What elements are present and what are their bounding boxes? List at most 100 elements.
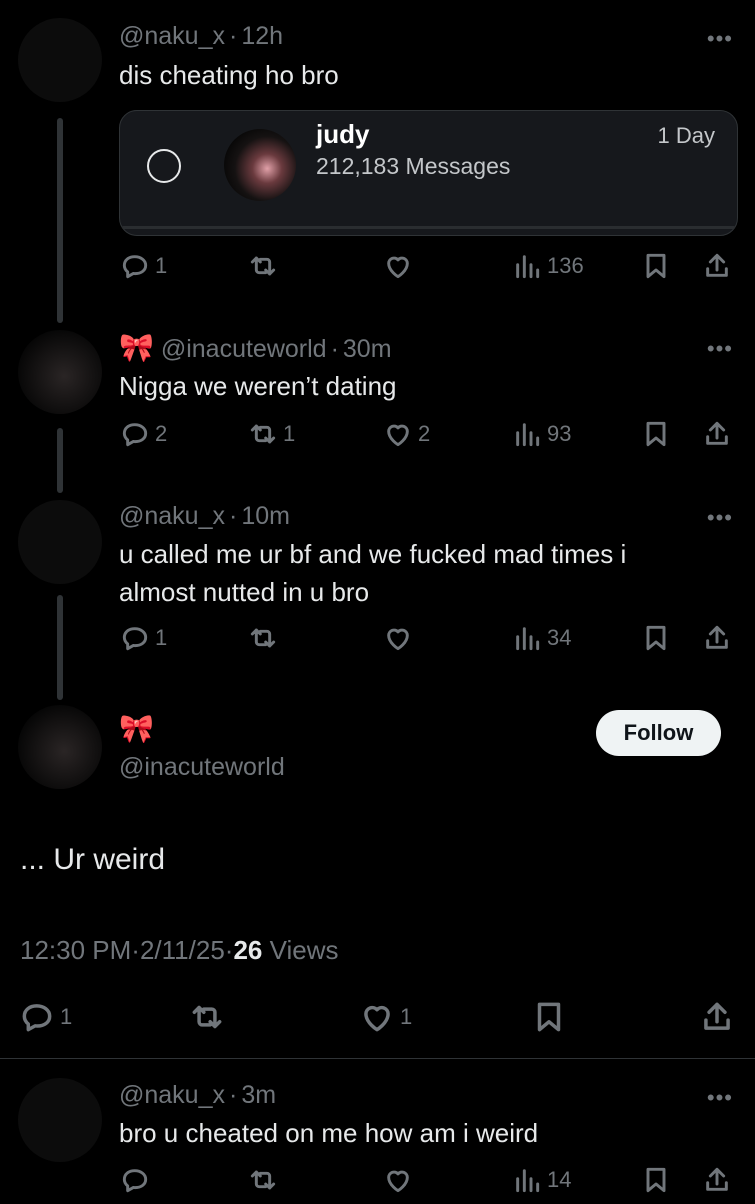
handle[interactable]: @inacuteworld — [161, 335, 327, 363]
poll-card[interactable]: judy 212,183 Messages 1 Day — [119, 110, 738, 236]
views-button[interactable]: 93 — [511, 418, 571, 450]
repost-button[interactable] — [188, 998, 226, 1036]
repost-icon — [250, 256, 276, 276]
action-bar: 1 136 — [119, 250, 739, 290]
views-icon — [516, 1169, 540, 1193]
views-icon — [516, 255, 540, 279]
views-button[interactable]: 136 — [511, 250, 584, 282]
repost-icon — [250, 424, 276, 444]
reply-icon — [122, 255, 148, 279]
share-button[interactable] — [701, 418, 733, 450]
more-icon[interactable]: ••• — [707, 1085, 733, 1111]
post-date[interactable]: 2/11/25 — [140, 935, 225, 965]
bookmark-button[interactable] — [640, 250, 672, 282]
avatar[interactable] — [18, 18, 102, 102]
like-button[interactable] — [382, 250, 418, 282]
post-meta: @naku_x · 3m — [119, 1081, 277, 1109]
bookmark-button[interactable] — [530, 998, 568, 1036]
handle[interactable]: @naku_x — [119, 502, 225, 530]
post-meta: @naku_x · 12h — [119, 22, 284, 50]
bookmark-button[interactable] — [640, 622, 672, 654]
post-text-line-1: u called me ur bf and we fucked mad time… — [119, 539, 627, 569]
avatar[interactable] — [18, 705, 102, 789]
handle[interactable]: @inacuteworld — [119, 753, 285, 782]
post-meta: @naku_x · 10m — [119, 502, 290, 530]
bookmark-icon — [646, 1167, 666, 1193]
share-button[interactable] — [701, 1164, 733, 1196]
more-icon[interactable]: ••• — [707, 26, 733, 52]
poll-avatar — [224, 129, 296, 201]
bookmark-icon — [537, 1002, 561, 1032]
more-icon[interactable]: ••• — [707, 505, 733, 531]
poll-subtitle: 212,183 Messages — [316, 153, 511, 179]
poll-name: judy — [316, 119, 370, 149]
views-icon — [516, 423, 540, 447]
like-icon — [387, 628, 409, 651]
post-text: ... Ur weird — [20, 843, 166, 876]
thread-line — [57, 118, 63, 323]
share-icon — [706, 253, 728, 277]
repost-button[interactable] — [247, 250, 283, 282]
divider — [0, 1058, 755, 1059]
like-icon — [364, 1005, 390, 1032]
bow-badge: 🎀 — [119, 332, 154, 363]
like-button[interactable]: 1 — [358, 998, 412, 1036]
poll-radio[interactable] — [147, 149, 181, 183]
reply-button[interactable]: 1 — [119, 622, 167, 654]
share-button[interactable] — [698, 998, 736, 1036]
views-button[interactable]: 14 — [511, 1164, 571, 1196]
action-bar: 1 34 — [119, 622, 739, 662]
share-icon — [706, 1167, 728, 1191]
repost-icon — [250, 1170, 276, 1190]
thread-line — [57, 428, 63, 493]
reply-icon — [22, 1004, 52, 1032]
post-text: dis cheating ho bro — [119, 60, 339, 90]
avatar[interactable] — [18, 1078, 102, 1162]
views-count: 26 — [233, 935, 263, 965]
main-action-bar: 1 1 — [18, 998, 738, 1042]
share-icon — [704, 1002, 730, 1030]
reply-button[interactable]: 1 — [119, 250, 167, 282]
share-button[interactable] — [701, 622, 733, 654]
follow-button[interactable]: Follow — [596, 710, 721, 756]
reply-icon — [122, 1169, 148, 1193]
bow-badge: 🎀 — [119, 713, 154, 744]
like-button[interactable] — [382, 622, 418, 654]
repost-icon — [192, 1005, 222, 1029]
like-button[interactable]: 2 — [382, 418, 430, 450]
post-timestamp: 12:30 PM·2/11/25·26 Views — [20, 935, 339, 965]
share-icon — [706, 625, 728, 649]
post-time[interactable]: 12:30 PM — [20, 935, 131, 965]
timestamp: 10m — [241, 502, 290, 530]
repost-button[interactable] — [247, 622, 283, 654]
like-button[interactable] — [382, 1164, 414, 1196]
repost-button[interactable]: 1 — [247, 418, 295, 450]
views-label: Views — [269, 935, 339, 965]
handle[interactable]: @naku_x — [119, 1081, 225, 1109]
bookmark-button[interactable] — [640, 418, 672, 450]
reply-button[interactable] — [119, 1164, 151, 1196]
handle[interactable]: @naku_x — [119, 22, 225, 50]
reply-button[interactable]: 2 — [119, 418, 167, 450]
like-icon — [387, 256, 409, 279]
bookmark-button[interactable] — [640, 1164, 672, 1196]
post-meta: 🎀 @inacuteworld · 30m — [119, 332, 392, 363]
post-text-line-2: almost nutted in u bro — [119, 577, 370, 607]
timestamp: 12h — [241, 22, 284, 50]
avatar[interactable] — [18, 500, 102, 584]
more-icon[interactable]: ••• — [707, 336, 733, 362]
repost-button[interactable] — [247, 1164, 279, 1196]
views-button[interactable]: 34 — [511, 622, 571, 654]
bookmark-icon — [646, 625, 666, 651]
like-icon — [387, 1170, 409, 1193]
reply-button[interactable]: 1 — [18, 998, 72, 1036]
views-icon — [516, 627, 540, 651]
share-button[interactable] — [701, 250, 733, 282]
share-icon — [706, 421, 728, 445]
bookmark-icon — [646, 253, 666, 279]
thread-line — [57, 595, 63, 700]
action-bar: 2 1 2 93 — [119, 418, 739, 458]
action-bar: 14 — [119, 1164, 739, 1204]
avatar[interactable] — [18, 330, 102, 414]
poll-progress — [122, 226, 735, 229]
